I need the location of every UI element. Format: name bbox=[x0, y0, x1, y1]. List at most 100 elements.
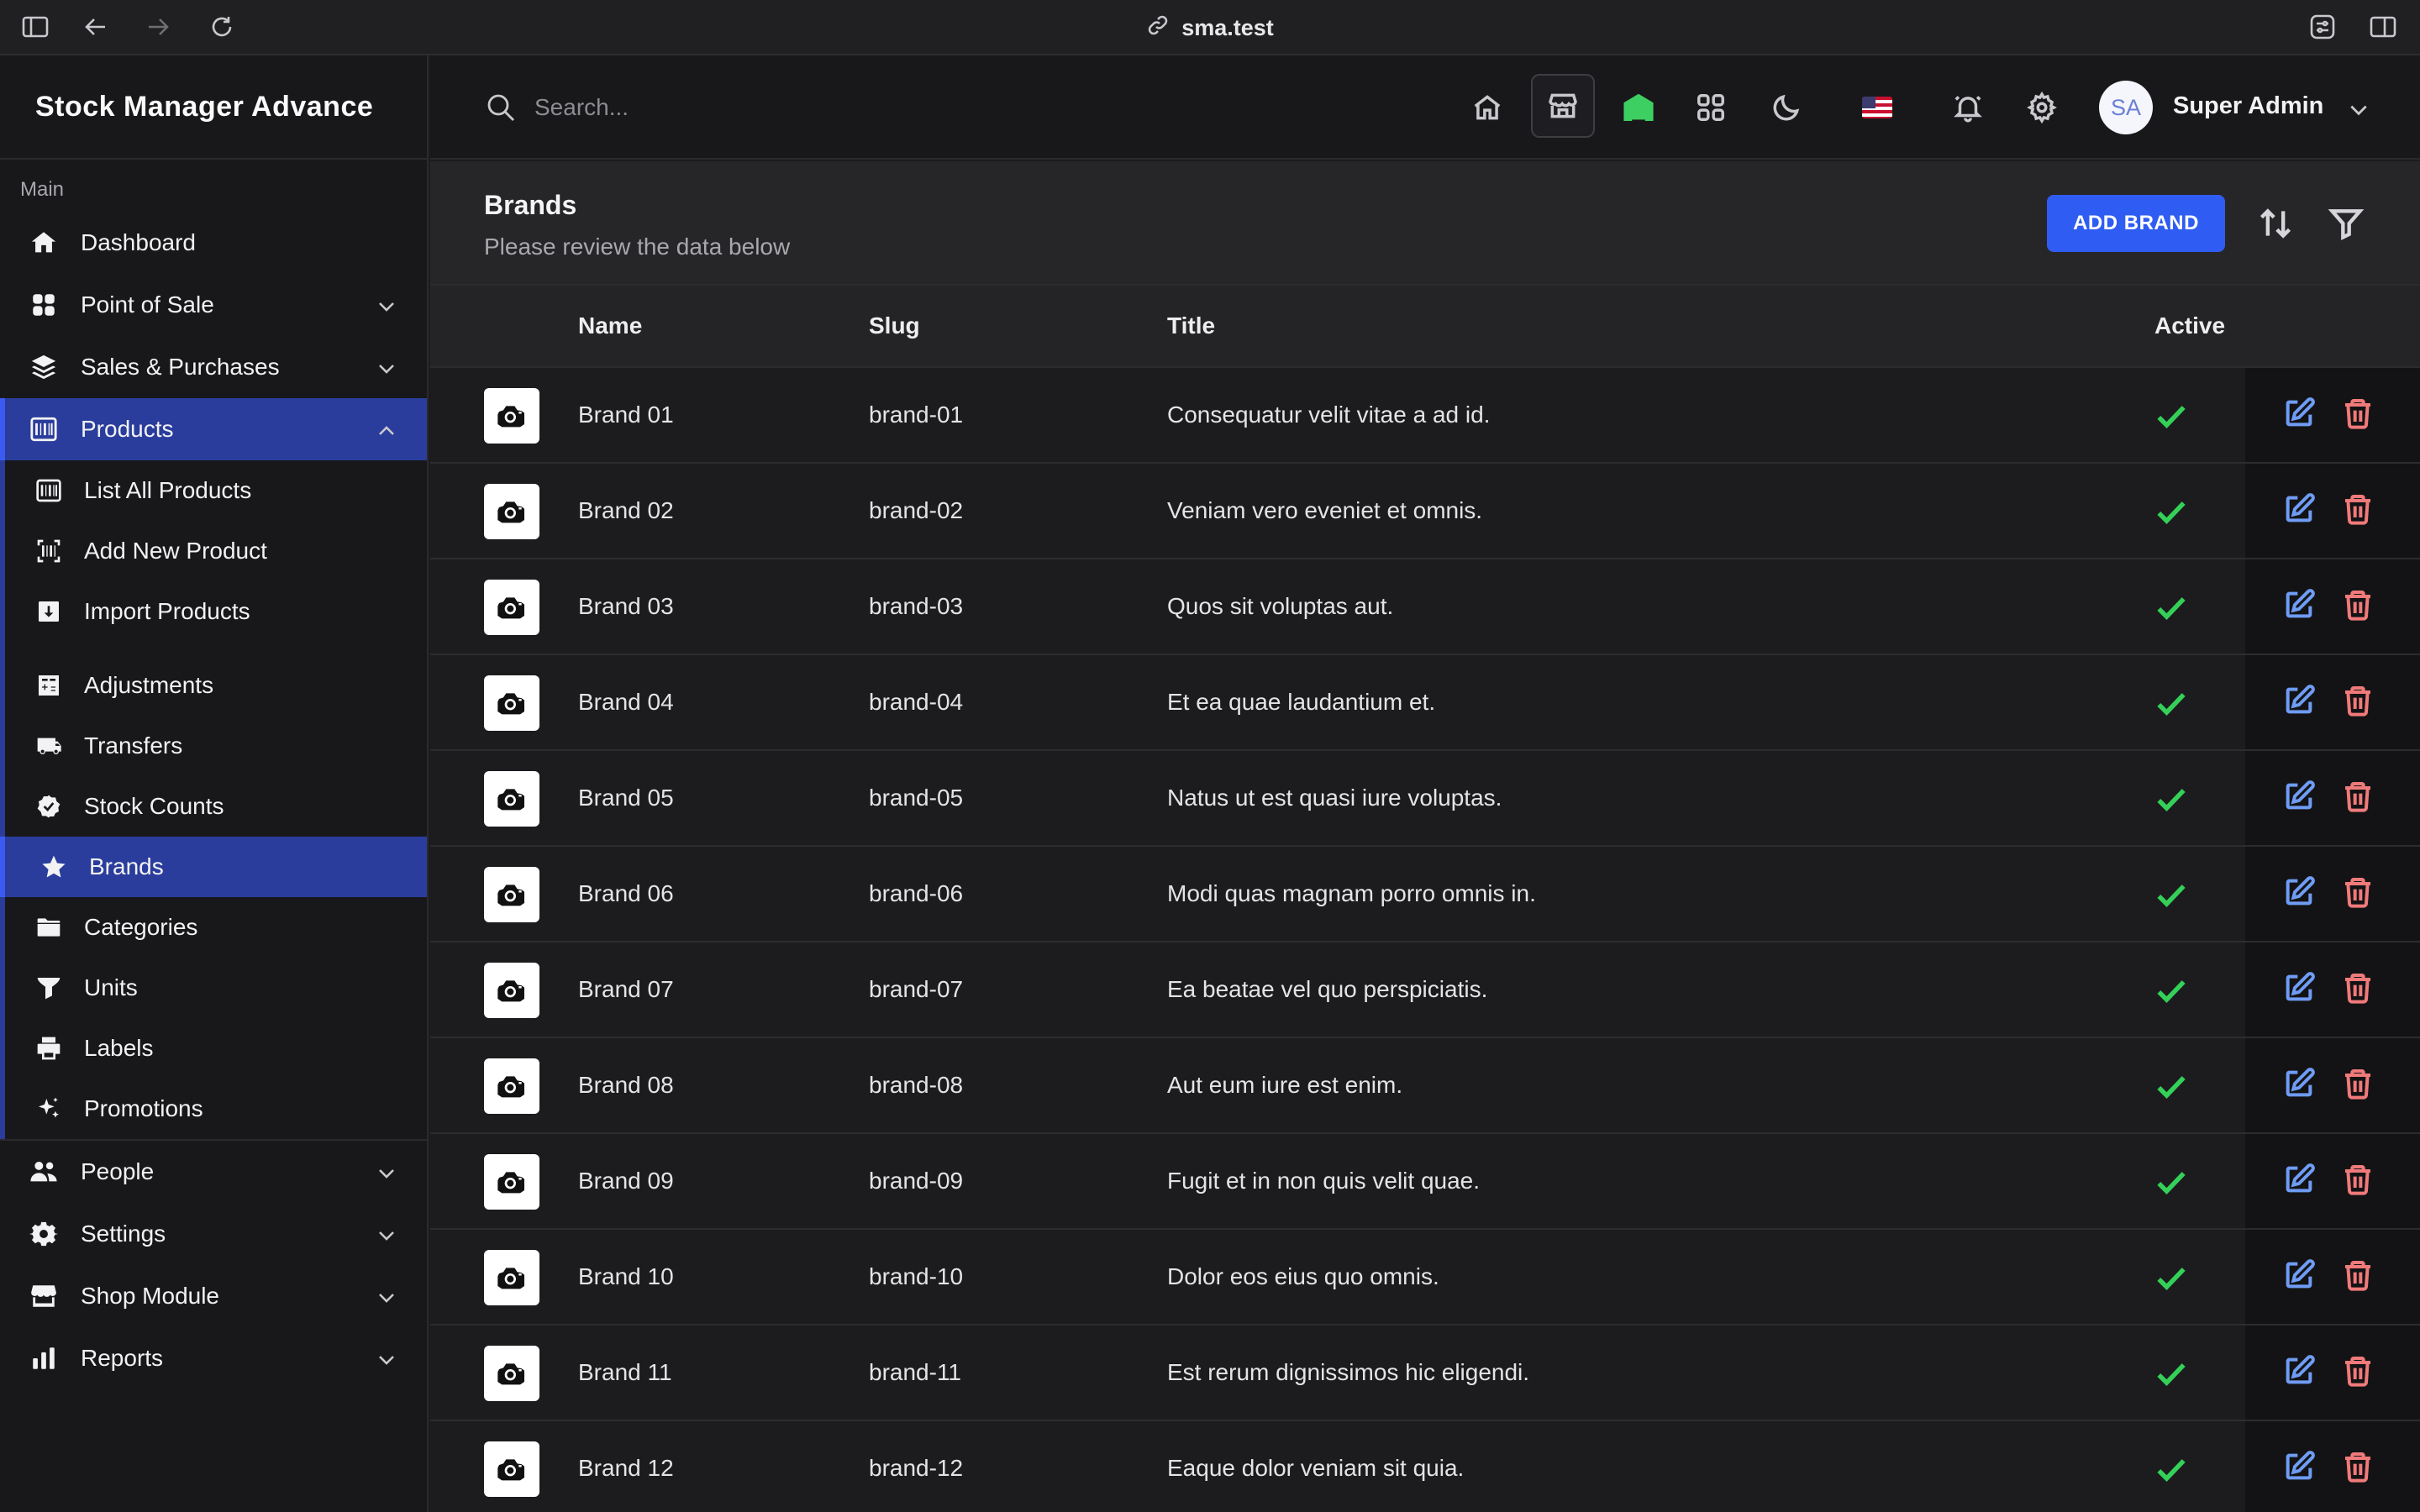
cell-name[interactable]: Brand 07 bbox=[578, 976, 674, 1003]
brand-logo-camera-icon bbox=[484, 1058, 539, 1114]
barcode-icon bbox=[29, 414, 59, 444]
delete-icon[interactable] bbox=[2341, 780, 2378, 816]
brand-logo-camera-icon bbox=[484, 675, 539, 731]
edit-icon[interactable] bbox=[2282, 396, 2319, 433]
delete-icon[interactable] bbox=[2341, 492, 2378, 529]
cell-name[interactable]: Brand 10 bbox=[578, 1263, 674, 1290]
sidebar-item-shop-module[interactable]: Shop Module bbox=[0, 1265, 427, 1327]
active-check-icon bbox=[2153, 1452, 2190, 1488]
search-input[interactable] bbox=[534, 86, 1123, 129]
cell-name[interactable]: Brand 03 bbox=[578, 593, 674, 620]
back-icon[interactable] bbox=[81, 12, 111, 42]
warehouse-icon[interactable] bbox=[1615, 84, 1662, 131]
submenu-item-stock-counts[interactable]: Stock Counts bbox=[5, 776, 427, 837]
avatar[interactable]: SA bbox=[2099, 81, 2153, 134]
app-title[interactable]: Stock Manager Advance bbox=[0, 55, 427, 160]
cell-slug: brand-02 bbox=[869, 497, 964, 523]
submenu-item-promotions[interactable]: Promotions bbox=[5, 1079, 427, 1139]
edit-icon[interactable] bbox=[2282, 1163, 2319, 1200]
sidebar-item-dashboard[interactable]: Dashboard bbox=[0, 212, 427, 274]
cell-name[interactable]: Brand 06 bbox=[578, 880, 674, 907]
sidebar-item-reports[interactable]: Reports bbox=[0, 1327, 427, 1389]
submenu-item-labels[interactable]: Labels bbox=[5, 1018, 427, 1079]
topbar: SA Super Admin bbox=[430, 55, 2420, 160]
edit-icon[interactable] bbox=[2282, 1258, 2319, 1295]
dark-mode-icon[interactable] bbox=[1763, 84, 1810, 131]
url-text[interactable]: sma.test bbox=[1181, 15, 1274, 41]
chevron-down-icon[interactable] bbox=[2348, 99, 2370, 121]
bell-icon[interactable] bbox=[1944, 84, 1991, 131]
active-check-icon bbox=[2153, 590, 2190, 627]
apps-grid-icon[interactable] bbox=[1687, 84, 1734, 131]
edit-icon[interactable] bbox=[2282, 780, 2319, 816]
sidebar-item-label: Sales & Purchases bbox=[81, 354, 280, 380]
cell-name[interactable]: Brand 04 bbox=[578, 689, 674, 716]
delete-icon[interactable] bbox=[2341, 684, 2378, 721]
user-name[interactable]: Super Admin bbox=[2173, 92, 2323, 120]
delete-icon[interactable] bbox=[2341, 588, 2378, 625]
brand-logo-camera-icon bbox=[484, 867, 539, 922]
cell-title: Dolor eos eius quo omnis. bbox=[1167, 1263, 1439, 1289]
column-header-title[interactable]: Title bbox=[1167, 312, 1215, 339]
edit-icon[interactable] bbox=[2282, 492, 2319, 529]
language-flag-icon[interactable] bbox=[1854, 84, 1901, 131]
sidebar-item-people[interactable]: People bbox=[0, 1141, 427, 1203]
sidebar-item-products[interactable]: Products bbox=[0, 398, 427, 460]
cell-name[interactable]: Brand 11 bbox=[578, 1359, 672, 1386]
cell-name[interactable]: Brand 12 bbox=[578, 1455, 674, 1482]
grid-icon bbox=[29, 290, 59, 320]
sidebar-item-settings[interactable]: Settings bbox=[0, 1203, 427, 1265]
delete-icon[interactable] bbox=[2341, 1354, 2378, 1391]
forward-icon[interactable] bbox=[143, 12, 173, 42]
active-check-icon bbox=[2153, 1260, 2190, 1297]
active-check-icon bbox=[2153, 973, 2190, 1010]
table-row: Brand 04 brand-04 Et ea quae laudantium et… bbox=[430, 655, 2420, 751]
cell-name[interactable]: Brand 08 bbox=[578, 1072, 674, 1099]
split-view-icon[interactable] bbox=[2368, 12, 2398, 42]
sidebar-toggle-icon[interactable] bbox=[20, 12, 50, 42]
delete-icon[interactable] bbox=[2341, 875, 2378, 912]
column-header-slug[interactable]: Slug bbox=[869, 312, 920, 339]
edit-icon[interactable] bbox=[2282, 1450, 2319, 1487]
column-header-active[interactable]: Active bbox=[2154, 312, 2225, 339]
delete-icon[interactable] bbox=[2341, 1067, 2378, 1104]
table-row: Brand 09 brand-09 Fugit et in non quis vel… bbox=[430, 1134, 2420, 1230]
brand-logo-camera-icon bbox=[484, 580, 539, 635]
sort-icon[interactable] bbox=[2257, 205, 2294, 242]
delete-icon[interactable] bbox=[2341, 1450, 2378, 1487]
reload-icon[interactable] bbox=[207, 12, 237, 42]
column-header-name[interactable]: Name bbox=[578, 312, 642, 339]
sidebar-item-point-of-sale[interactable]: Point of Sale bbox=[0, 274, 427, 336]
store-icon[interactable] bbox=[1531, 74, 1595, 138]
submenu-item-adjustments[interactable]: Adjustments bbox=[5, 655, 427, 716]
active-check-icon bbox=[2153, 1356, 2190, 1393]
edit-icon[interactable] bbox=[2282, 588, 2319, 625]
submenu-item-import-products[interactable]: Import Products bbox=[5, 581, 427, 642]
cell-name[interactable]: Brand 01 bbox=[578, 402, 674, 428]
edit-icon[interactable] bbox=[2282, 684, 2319, 721]
submenu-item-categories[interactable]: Categories bbox=[5, 897, 427, 958]
cell-name[interactable]: Brand 05 bbox=[578, 785, 674, 811]
home-icon[interactable] bbox=[1464, 84, 1511, 131]
edit-icon[interactable] bbox=[2282, 1067, 2319, 1104]
delete-icon[interactable] bbox=[2341, 1163, 2378, 1200]
submenu-item-add-new-product[interactable]: Add New Product bbox=[5, 521, 427, 581]
submenu-item-units[interactable]: Units bbox=[5, 958, 427, 1018]
sidebar-item-sales-purchases[interactable]: Sales & Purchases bbox=[0, 336, 427, 398]
extensions-icon[interactable] bbox=[2307, 12, 2338, 42]
filter-icon[interactable] bbox=[2328, 205, 2365, 242]
cell-name[interactable]: Brand 02 bbox=[578, 497, 674, 524]
add-brand-button[interactable]: ADD BRAND bbox=[2047, 195, 2225, 252]
delete-icon[interactable] bbox=[2341, 1258, 2378, 1295]
cell-name[interactable]: Brand 09 bbox=[578, 1168, 674, 1194]
submenu-item-transfers[interactable]: Transfers bbox=[5, 716, 427, 776]
gear-icon[interactable] bbox=[2018, 84, 2065, 131]
submenu-item-list-all-products[interactable]: List All Products bbox=[5, 460, 427, 521]
edit-icon[interactable] bbox=[2282, 971, 2319, 1008]
delete-icon[interactable] bbox=[2341, 971, 2378, 1008]
main-content: Brands Please review the data below ADD … bbox=[430, 161, 2420, 1512]
delete-icon[interactable] bbox=[2341, 396, 2378, 433]
submenu-item-brands[interactable]: Brands bbox=[0, 837, 427, 897]
edit-icon[interactable] bbox=[2282, 875, 2319, 912]
edit-icon[interactable] bbox=[2282, 1354, 2319, 1391]
